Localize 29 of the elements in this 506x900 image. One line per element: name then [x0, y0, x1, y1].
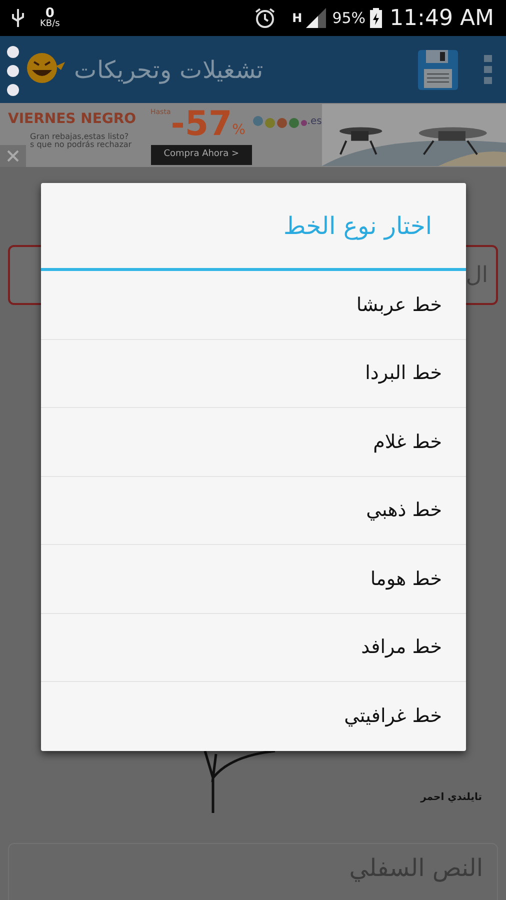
caption: تايلندي احمر	[420, 791, 482, 805]
ad-text: s que no podrás rechazar	[30, 141, 133, 150]
battery-charging-icon	[370, 8, 382, 28]
network-type: H	[292, 10, 302, 27]
font-option[interactable]: خط ذهبي	[41, 476, 466, 545]
dialog-title: اختار نوع الخط	[41, 183, 466, 271]
data-rate: 0	[45, 7, 54, 20]
alarm-icon	[254, 7, 276, 29]
font-option[interactable]: خط غرافيتي	[41, 682, 466, 750]
usb-icon	[12, 9, 24, 27]
ad-discount: -57	[170, 107, 232, 141]
ad-brand: .es	[307, 114, 322, 128]
font-option[interactable]: خط هوما	[41, 545, 466, 614]
font-option[interactable]: خط غلام	[41, 408, 466, 476]
signal-icon	[306, 8, 328, 28]
data-unit: KB/s	[40, 20, 60, 29]
close-icon[interactable]	[0, 145, 26, 167]
battery-level: 95%	[332, 8, 366, 29]
ad-text: Gran rebajas,estas listo?	[30, 132, 129, 141]
ad-percent: %	[232, 121, 246, 140]
app-title: تشغيلات وتحريكات	[74, 54, 264, 86]
font-option[interactable]: خط عربشا	[41, 271, 466, 340]
clock: 11:49 AM	[390, 4, 494, 32]
font-option[interactable]: خط مرافد	[41, 614, 466, 682]
overflow-menu-button[interactable]	[484, 54, 492, 84]
buy-now-button[interactable]: Compra Ahora >	[150, 145, 252, 164]
ad-headline: VIERNES NEGRO	[8, 111, 136, 128]
font-option[interactable]: خط البردا	[41, 340, 466, 408]
save-button[interactable]	[416, 48, 460, 92]
